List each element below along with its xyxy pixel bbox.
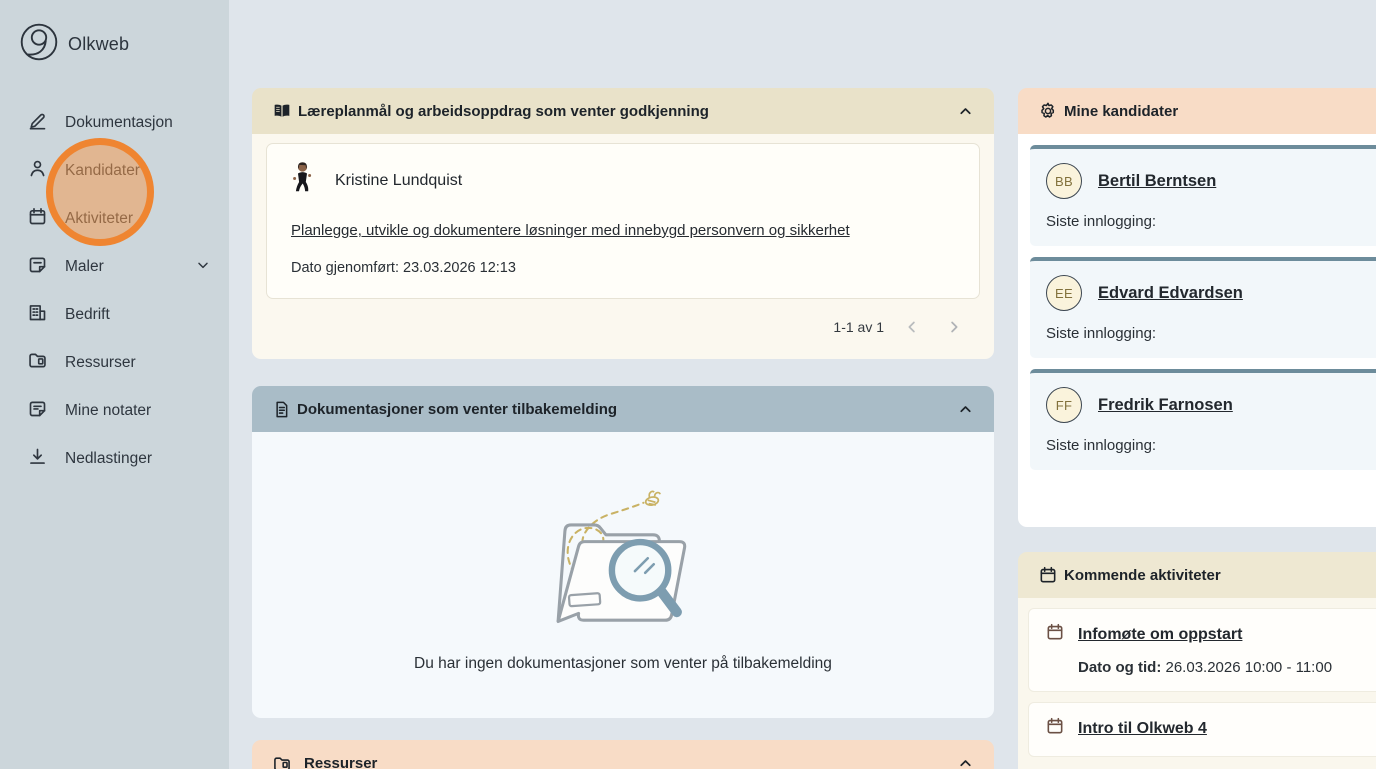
building-icon bbox=[27, 302, 48, 328]
sidebar-item-maler[interactable]: Maler bbox=[0, 243, 229, 291]
document-icon bbox=[272, 400, 291, 419]
activity-title-link[interactable]: Infomøte om oppstart bbox=[1078, 626, 1242, 644]
learning-goal-link[interactable]: Planlegge, utvikle og dokumentere løsnin… bbox=[291, 222, 850, 239]
candidate-initials-avatar: BB bbox=[1046, 163, 1082, 199]
sidebar-item-label: Mine notater bbox=[65, 402, 151, 420]
sidebar-item-label: Nedlastinger bbox=[65, 450, 152, 468]
collapse-chevron-up-icon[interactable] bbox=[957, 401, 974, 418]
olkweb-dashboard: Olkweb Dokumentasjon Kandidater bbox=[0, 0, 1376, 769]
approvals-card-header[interactable]: Læreplanmål og arbeidsoppdrag som venter… bbox=[252, 88, 994, 134]
activity-list-item: Infomøte om oppstart Dato og tid: 26.03.… bbox=[1028, 608, 1376, 692]
calendar-icon bbox=[1045, 622, 1065, 647]
candidate-initials-avatar: FF bbox=[1046, 387, 1082, 423]
date-completed: Dato gjenomført: 23.03.2026 12:13 bbox=[291, 260, 955, 276]
empty-state-message: Du har ingen dokumentasjoner som venter … bbox=[414, 655, 832, 673]
activity-datetime: Dato og tid: 26.03.2026 10:00 - 11:00 bbox=[1078, 659, 1376, 676]
candidate-avatar-image bbox=[291, 161, 313, 200]
feedback-card-header[interactable]: Dokumentasjoner som venter tilbakemeldin… bbox=[252, 386, 994, 432]
brand-name: Olkweb bbox=[68, 34, 129, 55]
person-icon bbox=[27, 158, 48, 184]
last-login-label: Siste innlogging: bbox=[1046, 325, 1376, 342]
last-login-label: Siste innlogging: bbox=[1046, 437, 1376, 454]
activity-title-link[interactable]: Intro til Olkweb 4 bbox=[1078, 720, 1207, 738]
sidebar-item-label: Aktiviteter bbox=[65, 210, 133, 228]
resources-link[interactable]: Ressurser bbox=[304, 755, 377, 769]
sidebar-item-label: Bedrift bbox=[65, 306, 110, 324]
candidate-list-item: FF Fredrik Farnosen Siste innlogging: bbox=[1030, 369, 1376, 470]
main-column: Læreplanmål og arbeidsoppdrag som venter… bbox=[252, 88, 994, 769]
candidate-name: Kristine Lundquist bbox=[335, 172, 462, 190]
pagination-prev-button[interactable] bbox=[898, 313, 926, 341]
chevron-down-icon[interactable] bbox=[195, 257, 211, 278]
my-candidates-card-header[interactable]: Mine kandidater bbox=[1018, 88, 1376, 134]
calendar-icon bbox=[27, 206, 48, 232]
right-column: Mine kandidater BB Bertil Berntsen Siste… bbox=[1018, 88, 1376, 769]
candidate-list-item: BB Bertil Berntsen Siste innlogging: bbox=[1030, 145, 1376, 246]
upcoming-activities-card-title: Kommende aktiviteter bbox=[1064, 567, 1221, 584]
my-candidates-card-body: BB Bertil Berntsen Siste innlogging: EE … bbox=[1018, 134, 1376, 527]
gear-icon bbox=[1038, 101, 1058, 121]
candidate-name-link[interactable]: Bertil Berntsen bbox=[1098, 172, 1216, 191]
collapse-chevron-up-icon[interactable] bbox=[957, 755, 974, 769]
empty-folder-illustration bbox=[528, 478, 718, 641]
feedback-card: Dokumentasjoner som venter tilbakemeldin… bbox=[252, 386, 994, 718]
last-login-label: Siste innlogging: bbox=[1046, 213, 1376, 230]
sidebar-item-label: Kandidater bbox=[65, 162, 140, 180]
activity-list-item: Intro til Olkweb 4 bbox=[1028, 702, 1376, 757]
candidate-name-link[interactable]: Edvard Edvardsen bbox=[1098, 284, 1243, 303]
upcoming-activities-card-body: Infomøte om oppstart Dato og tid: 26.03.… bbox=[1018, 598, 1376, 769]
collapse-chevron-up-icon[interactable] bbox=[957, 103, 974, 120]
note-icon bbox=[27, 254, 48, 280]
pagination-next-button[interactable] bbox=[940, 313, 968, 341]
my-candidates-card-title: Mine kandidater bbox=[1064, 103, 1178, 120]
calendar-icon bbox=[1038, 565, 1058, 585]
folder-icon bbox=[272, 754, 292, 769]
folder-icon bbox=[27, 350, 48, 376]
upcoming-activities-card: Kommende aktiviteter Infomøte om oppstar… bbox=[1018, 552, 1376, 769]
candidate-initials-avatar: EE bbox=[1046, 275, 1082, 311]
approvals-card: Læreplanmål og arbeidsoppdrag som venter… bbox=[252, 88, 994, 359]
sticky-note-icon bbox=[27, 398, 48, 424]
my-candidates-card: Mine kandidater BB Bertil Berntsen Siste… bbox=[1018, 88, 1376, 527]
approvals-card-body: Kristine Lundquist Planlegge, utvikle og… bbox=[252, 134, 994, 359]
candidate-list-item: EE Edvard Edvardsen Siste innlogging: bbox=[1030, 257, 1376, 358]
sidebar-nav: Dokumentasjon Kandidater Aktiviteter bbox=[0, 99, 229, 483]
sidebar-item-label: Maler bbox=[65, 258, 104, 276]
upcoming-activities-card-header[interactable]: Kommende aktiviteter bbox=[1018, 552, 1376, 598]
feedback-card-body: Du har ingen dokumentasjoner som venter … bbox=[252, 432, 994, 718]
sidebar-item-mine-notater[interactable]: Mine notater bbox=[0, 387, 229, 435]
sidebar-item-dokumentasjon[interactable]: Dokumentasjon bbox=[0, 99, 229, 147]
book-icon bbox=[272, 101, 292, 121]
sidebar-item-ressurser[interactable]: Ressurser bbox=[0, 339, 229, 387]
sidebar-item-bedrift[interactable]: Bedrift bbox=[0, 291, 229, 339]
feedback-card-title: Dokumentasjoner som venter tilbakemeldin… bbox=[297, 401, 617, 418]
download-icon bbox=[27, 446, 48, 472]
sidebar-item-kandidater[interactable]: Kandidater bbox=[0, 147, 229, 195]
approval-list-item: Kristine Lundquist Planlegge, utvikle og… bbox=[266, 143, 980, 299]
sidebar: Olkweb Dokumentasjon Kandidater bbox=[0, 0, 229, 769]
pagination: 1-1 av 1 bbox=[266, 299, 980, 351]
sidebar-item-aktiviteter[interactable]: Aktiviteter bbox=[0, 195, 229, 243]
calendar-icon bbox=[1045, 716, 1065, 741]
sidebar-item-label: Ressurser bbox=[65, 354, 136, 372]
pencil-icon bbox=[27, 110, 48, 136]
approvals-card-title: Læreplanmål og arbeidsoppdrag som venter… bbox=[298, 103, 709, 120]
olkweb-logo-icon bbox=[19, 22, 59, 67]
sidebar-item-nedlastinger[interactable]: Nedlastinger bbox=[0, 435, 229, 483]
olkweb-logo[interactable]: Olkweb bbox=[0, 20, 229, 67]
candidate-name-link[interactable]: Fredrik Farnosen bbox=[1098, 396, 1233, 415]
sidebar-item-label: Dokumentasjon bbox=[65, 114, 173, 132]
resources-card: Ressurser bbox=[252, 740, 994, 769]
resources-card-header[interactable]: Ressurser bbox=[252, 740, 994, 769]
pagination-range: 1-1 av 1 bbox=[833, 319, 884, 335]
